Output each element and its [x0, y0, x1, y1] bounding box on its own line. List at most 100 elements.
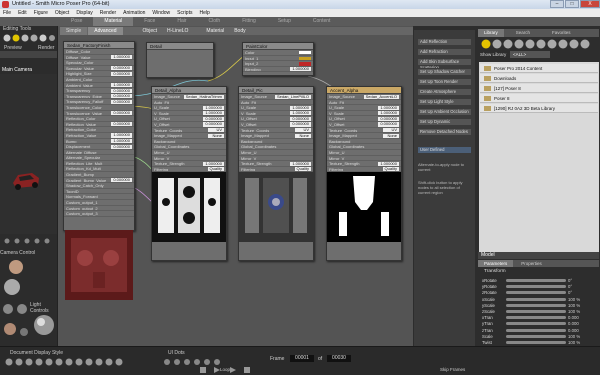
dial-track[interactable] [506, 334, 566, 338]
show-library-dropdown[interactable]: <ALL> [510, 51, 550, 58]
tab-simple[interactable]: Simple [60, 27, 88, 35]
param-value[interactable]: 0.000000 [203, 122, 224, 127]
param-value[interactable]: 0.000000 [111, 111, 132, 116]
param-value[interactable]: 0.000000 [203, 116, 224, 122]
param-value[interactable]: 1.000000 [290, 161, 311, 166]
poser-surface-node[interactable]: Sedan_FactoryFinish Diffuse_Color Diffuse… [63, 41, 135, 231]
param-value[interactable]: 0.000000 [111, 122, 132, 127]
param-value[interactable]: 1.000000 [378, 161, 399, 166]
tab-advanced[interactable]: Advanced [88, 27, 123, 35]
menu-render[interactable]: Render [100, 9, 116, 17]
wizard-button[interactable]: Add Refraction [417, 48, 472, 56]
menu-window[interactable]: Window [152, 9, 170, 17]
param-value[interactable]: 1.000000 [378, 111, 399, 116]
param-value[interactable]: 1.000000 [203, 161, 224, 166]
param-row[interactable]: Filtering Quality [152, 167, 226, 173]
param-value[interactable]: None [383, 133, 399, 138]
param-value[interactable]: 0.000000 [111, 66, 132, 71]
param-value[interactable]: 1.000000 [111, 83, 132, 88]
detail-pic-node[interactable]: Detail_Pic Image_Source Sedan_LinePillLO A… [238, 86, 314, 261]
menu-animation[interactable]: Animation [123, 9, 145, 17]
tab-library[interactable]: Library [478, 29, 504, 37]
dial-track[interactable] [506, 322, 566, 326]
param-value[interactable]: 1.000000 [290, 105, 311, 110]
param-value[interactable]: 1.000000 [111, 55, 132, 60]
wizard-button[interactable]: Set Up Shadow Catcher [417, 68, 472, 76]
param-row[interactable]: Filtering Quality [239, 167, 313, 173]
param-value[interactable]: 1.000000 [203, 105, 224, 110]
dial-track[interactable] [506, 297, 566, 301]
detail-alpha-node[interactable]: Detail_Alpha Image_Source Sedan_HalinaTri… [151, 86, 227, 261]
skip-frames-toggle[interactable]: Skip Frames [440, 367, 465, 372]
color-swatch[interactable] [299, 62, 311, 66]
tab-favorites[interactable]: Favorites [542, 29, 581, 37]
display-style-icons[interactable] [4, 357, 144, 367]
param-dial[interactable]: Twist 100 % [482, 339, 596, 346]
tab-material[interactable]: Material [93, 17, 134, 26]
editing-tools-icons[interactable] [2, 33, 56, 43]
library-folder[interactable]: Poser 8 [480, 94, 598, 103]
user-defined-dropdown[interactable]: User Defined [417, 146, 472, 154]
camera-mode-icons[interactable] [3, 237, 55, 245]
param-value[interactable]: Sedan_LinePillLO [274, 94, 311, 99]
param-value[interactable]: Quality [294, 167, 311, 172]
accent-alpha-node[interactable]: Accent_Alpha Image_Source Sedan_AccentLO A… [326, 86, 402, 261]
dial-track[interactable] [506, 328, 566, 332]
param-value[interactable]: 0.000000 [378, 116, 399, 122]
tab-hair[interactable]: Hair [166, 17, 197, 26]
param-value[interactable]: 1.000000 [290, 111, 311, 116]
tab-properties[interactable]: Properties [513, 260, 550, 267]
param-value[interactable]: 0.000000 [378, 122, 399, 127]
frame-input[interactable]: 00001 [290, 355, 314, 362]
param-value[interactable]: 0.000000 [111, 94, 132, 99]
wizard-button[interactable]: Create Atmosphere [417, 88, 472, 96]
library-folder[interactable]: Downloads [480, 74, 598, 83]
camera-name[interactable]: Main Camera [2, 67, 32, 73]
wizard-button[interactable]: Set Up Ambient Occlusion [417, 108, 472, 116]
wizard-button[interactable]: Remove Detached Nodes [417, 128, 472, 136]
maximize-button[interactable]: □ [565, 0, 579, 8]
tab-search[interactable]: Search [504, 29, 542, 37]
dial-track[interactable] [506, 310, 566, 313]
tab-parameters[interactable]: Parameters [478, 260, 514, 267]
transform-section[interactable]: Transform [484, 269, 506, 274]
wizard-button[interactable]: Add Skin Subsurface Scattering [417, 58, 472, 70]
menu-edit[interactable]: Edit [18, 9, 27, 17]
param-value[interactable]: 1.000000 [111, 133, 132, 138]
param-row[interactable]: Custom_output_3 [64, 211, 134, 217]
node-title[interactable]: Detail [147, 43, 213, 50]
wizard-button[interactable]: Set Up Toon Render [417, 78, 472, 86]
dial-track[interactable] [506, 291, 566, 295]
param-value[interactable]: 0.000000 [111, 178, 132, 183]
color-swatch[interactable] [299, 56, 311, 60]
frame-total-input[interactable]: 00030 [327, 355, 351, 362]
camera-control-widgets[interactable] [2, 257, 30, 347]
param-value[interactable]: 0.000000 [290, 122, 311, 127]
paint-color-node[interactable]: PaintColor Color Input_1 Input_2 Blendin… [242, 42, 314, 76]
param-value[interactable]: 0.000000 [111, 144, 132, 149]
menu-file[interactable]: File [3, 9, 11, 17]
menu-scripts[interactable]: Scripts [177, 9, 192, 17]
tab-pose[interactable]: Pose [60, 17, 93, 26]
dial-track[interactable] [506, 303, 566, 307]
param-value[interactable]: Quality [382, 167, 399, 172]
node-title[interactable]: Detail_Pic [239, 87, 313, 94]
node-title[interactable]: Detail_Alpha [152, 87, 226, 94]
param-value[interactable]: Quality [207, 167, 224, 172]
minimize-button[interactable]: – [550, 0, 564, 8]
param-value[interactable]: 0.000000 [111, 99, 132, 105]
param-value[interactable]: 0.000000 [290, 116, 311, 122]
param-row[interactable]: Filtering Quality [327, 167, 401, 173]
node-title[interactable]: Accent_Alpha [327, 87, 401, 94]
tab-cloth[interactable]: Cloth [198, 17, 232, 26]
preview-viewport[interactable] [0, 74, 57, 234]
menu-display[interactable]: Display [76, 9, 92, 17]
param-value[interactable]: 0.000000 [111, 71, 132, 77]
param-value[interactable]: None [295, 133, 311, 138]
dial-track[interactable] [506, 341, 566, 344]
material-dropdown[interactable]: Body [229, 27, 250, 35]
wizard-button[interactable]: Add Reflection [417, 38, 472, 46]
object-dropdown[interactable]: H-LineLO [162, 27, 193, 35]
param-value[interactable]: Sedan_HalinaTrimm [183, 94, 224, 99]
dial-track[interactable] [506, 279, 566, 282]
